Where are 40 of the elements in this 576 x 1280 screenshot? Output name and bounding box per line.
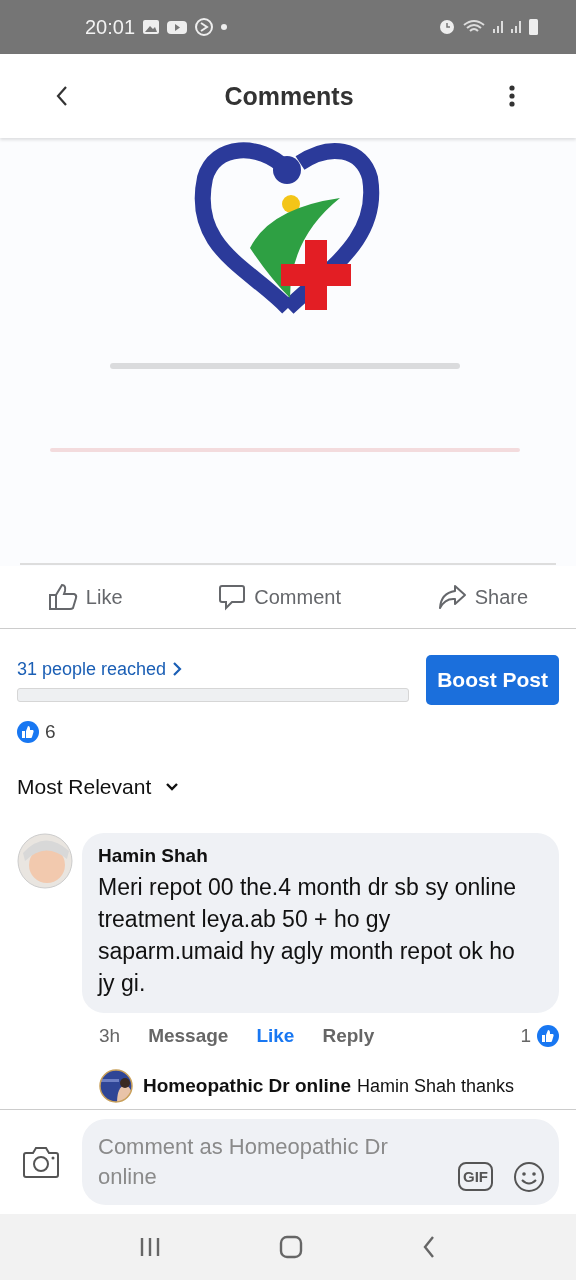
share-button[interactable]: Share xyxy=(432,579,533,615)
page-title: Comments xyxy=(223,81,355,111)
gallery-icon xyxy=(143,20,160,34)
like-reaction-icon xyxy=(17,721,39,743)
gif-button[interactable]: GIF xyxy=(458,1162,493,1191)
alarm-icon xyxy=(439,19,455,35)
emoji-icon[interactable] xyxy=(513,1161,545,1193)
like-button[interactable]: Like xyxy=(43,579,127,615)
recent-apps-icon[interactable] xyxy=(138,1235,162,1259)
more-options-icon[interactable] xyxy=(508,84,516,108)
camera-icon[interactable] xyxy=(22,1145,60,1179)
signal-icon xyxy=(493,21,503,33)
like-link[interactable]: Like xyxy=(256,1025,295,1047)
people-reached-link[interactable]: 31 people reached xyxy=(17,658,410,680)
comment-text: Meri repot 00 the.4 month dr sb sy online treatment leya.ab 50 + ho gy saparm.umaid hy agly month repot ok ho jy gi. xyxy=(98,873,518,998)
reply-link[interactable]: Reply xyxy=(322,1025,375,1047)
reply-author[interactable]: Homeopathic Dr online xyxy=(143,1075,351,1097)
reaction-count: 6 xyxy=(45,721,56,743)
reply-text: Hamin Shah thanks xyxy=(356,1075,515,1097)
back-icon[interactable] xyxy=(54,84,70,108)
comment-time: 3h xyxy=(99,1025,121,1047)
chevron-down-icon xyxy=(165,782,180,792)
comment-author: Hamin Shah xyxy=(98,845,209,867)
speech-bubble-icon xyxy=(218,583,247,611)
signal-icon xyxy=(511,21,521,33)
like-reaction-icon xyxy=(537,1025,559,1047)
message-link[interactable]: Message xyxy=(148,1025,229,1047)
home-icon[interactable] xyxy=(278,1235,304,1259)
share-arrow-icon xyxy=(436,583,467,611)
comment-button[interactable]: Comment xyxy=(214,579,345,615)
boost-post-button[interactable]: Boost Post xyxy=(426,655,559,705)
sort-dropdown[interactable]: Most Relevant xyxy=(0,743,197,799)
dot-icon xyxy=(221,24,228,30)
comment-input-field[interactable]: Comment as Homeopathic Dr online GIF xyxy=(82,1119,559,1205)
reaction-count: 1 xyxy=(520,1025,531,1047)
video-play-icon xyxy=(167,20,188,34)
battery-icon xyxy=(529,19,538,35)
chevron-right-icon xyxy=(172,661,183,677)
status-time: 20:01 xyxy=(85,15,136,39)
thumbs-up-icon xyxy=(47,583,78,611)
